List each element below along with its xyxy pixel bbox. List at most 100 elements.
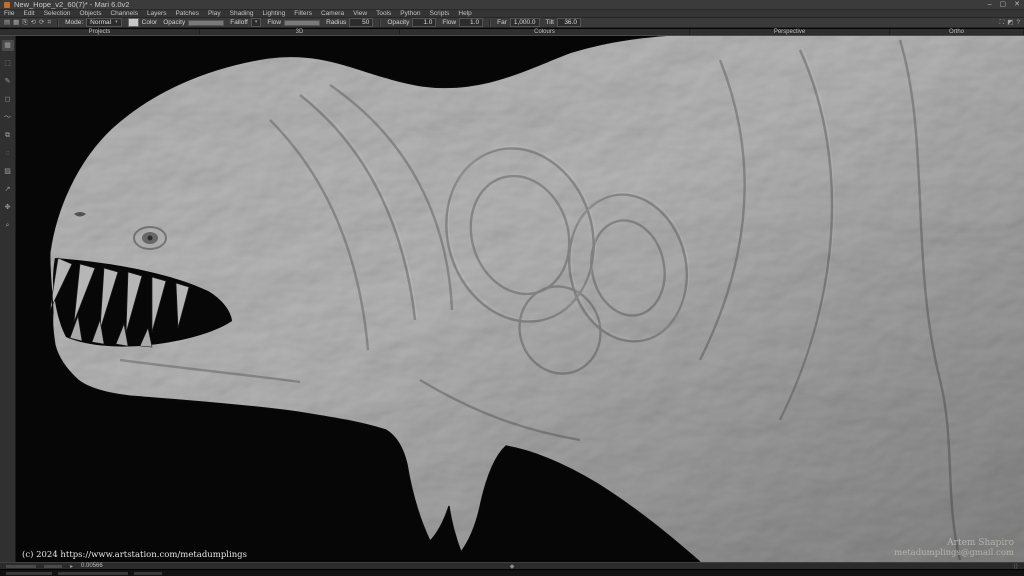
mari-application-window: New_Hope_v2_60(7)* - Mari 6.0v2 – ▢ ✕ Fi… <box>0 0 1024 576</box>
paint-toolbar: ▤ ▦ ⎘ ⟲ ⟳ ⌗ Mode: Normal ▾ Color Opacity… <box>0 18 1024 28</box>
menu-python[interactable]: Python <box>400 10 420 18</box>
flow-slider[interactable] <box>284 19 321 26</box>
erase-tool-icon[interactable]: ◻ <box>2 94 14 105</box>
flow-label: Flow <box>267 19 282 26</box>
tilt-group: Tilt 36.0 <box>546 18 581 27</box>
status-chip <box>44 564 62 568</box>
open-project-icon[interactable]: ▦ <box>13 18 19 27</box>
chevron-down-icon: ▾ <box>254 19 258 25</box>
paint-mode-group: Mode: Normal ▾ <box>65 18 122 27</box>
tilt-label: Tilt <box>545 19 554 26</box>
info-segment <box>6 571 52 575</box>
status-chip <box>6 564 36 568</box>
menu-file[interactable]: File <box>4 10 14 18</box>
redo-icon[interactable]: ⟳ <box>39 18 44 27</box>
flow-value-group: Flow 1.0 <box>442 18 484 27</box>
minimize-button[interactable]: – <box>988 0 992 10</box>
menu-scripts[interactable]: Scripts <box>430 10 450 18</box>
falloff-label: Falloff <box>230 19 248 26</box>
gradient-tool-icon[interactable]: ▨ <box>2 166 14 177</box>
menu-filters[interactable]: Filters <box>294 10 312 18</box>
menu-selection[interactable]: Selection <box>44 10 71 18</box>
mode-label: Mode: <box>65 19 84 26</box>
radius-group: Radius 50 <box>326 18 374 27</box>
menu-objects[interactable]: Objects <box>79 10 101 18</box>
pan-tool-icon[interactable]: ✥ <box>2 202 14 213</box>
tab-ortho[interactable]: Ortho <box>890 29 1024 35</box>
menu-tools[interactable]: Tools <box>376 10 391 18</box>
bottom-info-strip <box>0 569 1024 576</box>
color-label: Color <box>141 19 158 26</box>
paint-tool-icon[interactable]: ✎ <box>2 76 14 87</box>
info-segment <box>58 571 128 575</box>
toolbar-separator <box>379 18 382 27</box>
undo-icon[interactable]: ⟲ <box>31 18 36 27</box>
copyright-watermark: (c) 2024 https://www.artstation.com/meta… <box>22 550 247 560</box>
save-icon[interactable]: ⎘ <box>22 18 27 27</box>
opacity-value-field[interactable]: 1.0 <box>412 18 437 27</box>
menu-play[interactable]: Play <box>208 10 221 18</box>
vector-tool-icon[interactable]: ↗ <box>2 184 14 195</box>
menu-patches[interactable]: Patches <box>175 10 199 18</box>
falloff-select[interactable]: ▾ <box>250 18 262 27</box>
toolbar-separator <box>57 18 60 27</box>
chevron-down-icon: ▾ <box>115 19 118 25</box>
title-bar: New_Hope_v2_60(7)* - Mari 6.0v2 – ▢ ✕ <box>0 0 1024 10</box>
status-bar: ▸ 0.00566 ◆ ⟨⟩ <box>0 562 1024 570</box>
menu-bar: File Edit Selection Objects Channels Lay… <box>0 10 1024 18</box>
zoom-tool-icon[interactable]: ⌕ <box>2 220 14 231</box>
tab-3d[interactable]: 3D <box>200 29 400 35</box>
paint-mode-select[interactable]: Normal ▾ <box>86 18 122 27</box>
menu-edit[interactable]: Edit <box>23 10 34 18</box>
artist-name: Artem Shapiro <box>947 538 1014 548</box>
opacity2-label: Opacity <box>387 19 410 26</box>
color-swatch[interactable] <box>127 18 139 27</box>
tab-projects[interactable]: Projects <box>0 29 200 35</box>
fullscreen-icon[interactable]: ⛶ <box>1000 18 1005 27</box>
artist-signature: Artem Shapiro metadumplings@gmail.com <box>894 538 1014 558</box>
menu-layers[interactable]: Layers <box>147 10 167 18</box>
menu-camera[interactable]: Camera <box>321 10 344 18</box>
far-group: Far 1,000.0 <box>497 18 540 27</box>
tool-palette: ▦ ⬚ ✎ ◻ 〜 ⧉ ◌ ▨ ↗ ✥ ⌕ <box>0 36 16 562</box>
radius-field[interactable]: 50 <box>349 18 374 27</box>
select-tool-icon[interactable]: ▦ <box>1 40 14 51</box>
tab-colours[interactable]: Colours <box>400 29 690 35</box>
artist-email: metadumplings@gmail.com <box>894 548 1014 558</box>
flow2-label: Flow <box>442 19 457 26</box>
smear-tool-icon[interactable]: 〜 <box>2 112 14 123</box>
paint-mode-value: Normal <box>90 19 112 26</box>
close-button[interactable]: ✕ <box>1014 0 1020 10</box>
opacity-value-group: Opacity 1.0 <box>387 18 437 27</box>
opacity-group: Opacity <box>163 19 225 26</box>
blur-tool-icon[interactable]: ◌ <box>2 148 14 159</box>
window-controls: – ▢ ✕ <box>988 0 1020 10</box>
maximize-button[interactable]: ▢ <box>1000 0 1007 10</box>
viewport[interactable]: (c) 2024 https://www.artstation.com/meta… <box>16 36 1024 562</box>
menu-lighting[interactable]: Lighting <box>262 10 285 18</box>
flow-group: Flow <box>267 19 321 26</box>
sculpt-canvas[interactable] <box>16 36 1024 562</box>
window-title: New_Hope_v2_60(7)* - Mari 6.0v2 <box>14 0 130 9</box>
tilt-field[interactable]: 36.0 <box>556 18 581 27</box>
flow-value-field[interactable]: 1.0 <box>459 18 484 27</box>
color-group: Color <box>127 18 158 27</box>
menu-shading[interactable]: Shading <box>230 10 254 18</box>
marquee-tool-icon[interactable]: ⬚ <box>2 58 14 69</box>
opacity-slider[interactable] <box>188 19 225 26</box>
far-field[interactable]: 1,000.0 <box>509 18 540 27</box>
file-icon-cluster: ▤ ▦ ⎘ ⟲ ⟳ ⌗ <box>4 18 51 27</box>
menu-view[interactable]: View <box>353 10 367 18</box>
grid-icon[interactable]: ⌗ <box>47 18 51 27</box>
toolbar-right-cluster: ⛶ ◩ ? <box>1000 18 1020 27</box>
falloff-group: Falloff ▾ <box>230 18 262 27</box>
tab-perspective[interactable]: Perspective <box>690 29 890 35</box>
clone-tool-icon[interactable]: ⧉ <box>2 130 14 141</box>
help-icon[interactable]: ? <box>1016 18 1020 27</box>
menu-help[interactable]: Help <box>458 10 471 18</box>
new-project-icon[interactable]: ▤ <box>4 18 10 27</box>
layout-icon[interactable]: ◩ <box>1007 18 1013 27</box>
menu-channels[interactable]: Channels <box>110 10 137 18</box>
app-icon <box>4 1 10 8</box>
tab-strip: Projects 3D Colours Perspective Ortho <box>0 29 1024 36</box>
